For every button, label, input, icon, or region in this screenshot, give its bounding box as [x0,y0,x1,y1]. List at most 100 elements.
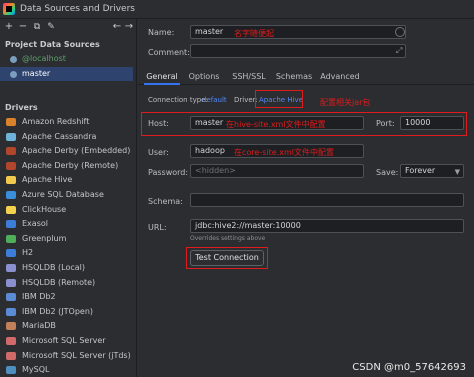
driver-highlight-box [255,90,303,108]
driver-item[interactable]: Apache Derby (Embedded) [0,144,137,158]
source-item-localhost[interactable]: @localhost [0,52,133,66]
driver-icon [6,249,16,258]
driver-label: Apache Derby (Remote) [22,160,119,170]
driver-item[interactable]: Amazon Redshift [0,115,137,129]
driver-icon [6,278,16,287]
user-label: User: [148,148,169,157]
driver-icon [6,118,16,126]
source-label: @localhost [22,54,66,63]
remove-icon[interactable]: − [18,20,28,34]
password-field[interactable]: <hidden> [190,164,364,178]
driver-item[interactable]: ClickHouse [0,203,137,217]
driver-label: Microsoft SQL Server (jTds) [22,350,131,360]
expand-icon[interactable]: ⤢ [396,46,402,56]
driver-item[interactable]: MariaDB [0,319,137,333]
driver-item[interactable]: Microsoft SQL Server [0,334,137,348]
add-icon[interactable]: + [4,20,14,34]
schema-field[interactable] [190,193,464,207]
driver-icon [6,147,16,156]
driver-label: Apache Hive [22,175,73,185]
driver-item[interactable]: MySQL [0,363,137,377]
watermark: CSDN @m0_57642693 [352,362,466,373]
save-select-value: Forever [405,166,436,175]
driver-item[interactable]: IBM Db2 (JTOpen) [0,305,137,319]
driver-label: HSQLDB (Local) [22,263,86,272]
driver-icon [6,307,16,316]
url-field[interactable]: jdbc:hive2://master:10000 [190,219,464,233]
tab-ssh-ssl[interactable]: SSH/SSL [229,70,269,85]
driver-icon [6,176,16,185]
window-title: Data Sources and Drivers [20,4,135,14]
left-panel: + − ⧉ ✎ ← → Project Data Sources @localh… [0,19,137,377]
driver-icon [6,220,16,229]
save-select[interactable]: Forever ▼ [400,164,464,178]
project-data-sources-header: Project Data Sources [5,40,100,49]
driver-item[interactable]: Greenplum [0,232,137,246]
drivers-header: Drivers [5,103,38,112]
url-hint: Overrides settings above [190,235,266,242]
edit-icon[interactable]: ✎ [46,20,56,34]
driver-item[interactable]: Apache Hive [0,173,137,187]
driver-label: Apache Cassandra [22,131,97,141]
driver-icon [6,366,16,375]
driver-icon [6,337,16,345]
driver-icon [6,191,16,199]
driver-item[interactable]: Apache Derby (Remote) [0,159,137,173]
tab-bar: General Options SSH/SSL Schemas Advanced [138,68,474,85]
app-logo-icon [3,3,15,15]
driver-item[interactable]: IBM Db2 [0,290,137,304]
port-label: Port: [376,119,395,128]
driver-label: ClickHouse [22,204,67,214]
driver-icon [6,161,16,170]
back-icon[interactable]: ← [112,20,122,34]
driver-label: Apache Derby (Embedded) [22,146,131,156]
driver-label: H2 [22,248,34,258]
driver-label: Azure SQL Database [22,190,104,199]
url-label: URL: [148,223,167,232]
driver-item[interactable]: HSQLDB (Local) [0,261,137,275]
driver-item[interactable]: Exasol [0,217,137,231]
tab-schemas[interactable]: Schemas [275,70,313,85]
database-icon [10,71,17,78]
schema-label: Schema: [148,197,183,206]
connection-type-link[interactable]: default [202,96,227,104]
driver-item[interactable]: Azure SQL Database [0,188,137,202]
driver-item[interactable]: Apache Cassandra [0,130,137,144]
comment-field[interactable] [190,44,406,58]
driver-item[interactable]: H2 [0,246,137,260]
tab-options[interactable]: Options [188,70,220,85]
driver-annotation: 配置相关jar包 [320,98,371,107]
color-circle-icon[interactable] [395,27,405,37]
source-item-master[interactable]: master [0,67,133,81]
left-toolbar: + − ⧉ ✎ ← → [0,19,137,36]
right-panel: Name: master 名字随便起 Comment: ⤢ General Op… [138,19,474,377]
driver-label: MySQL [22,365,50,375]
tab-general[interactable]: General [144,70,180,85]
forward-icon[interactable]: → [124,20,134,34]
port-field[interactable]: 10000 [400,116,464,130]
name-annotation: 名字随便起 [234,29,274,38]
driver-icon [6,264,16,272]
save-label: Save: [376,168,399,177]
host-label: Host: [148,119,169,128]
connection-type-label: Connection type: [148,96,208,104]
driver-icon [6,322,16,331]
chevron-down-icon: ▼ [454,168,460,176]
password-label: Password: [148,168,189,177]
name-field[interactable]: master [190,25,406,39]
driver-item[interactable]: Microsoft SQL Server (jTds) [0,349,137,363]
driver-item[interactable]: HSQLDB (Remote) [0,276,137,290]
host-annotation: 在hive-site.xml文件中配置 [226,120,326,129]
driver-label: HSQLDB (Remote) [22,277,96,287]
driver-icon [6,205,16,214]
driver-icon [6,351,16,360]
test-connection-button[interactable]: Test Connection [190,250,264,266]
database-icon [10,56,17,63]
driver-label: IBM Db2 [22,292,56,302]
driver-icon [6,293,16,302]
copy-icon[interactable]: ⧉ [32,20,42,34]
driver-label: Microsoft SQL Server [22,336,106,345]
tab-advanced[interactable]: Advanced [319,70,361,85]
driver-label: MariaDB [22,321,56,331]
driver-label: Amazon Redshift [22,117,90,126]
